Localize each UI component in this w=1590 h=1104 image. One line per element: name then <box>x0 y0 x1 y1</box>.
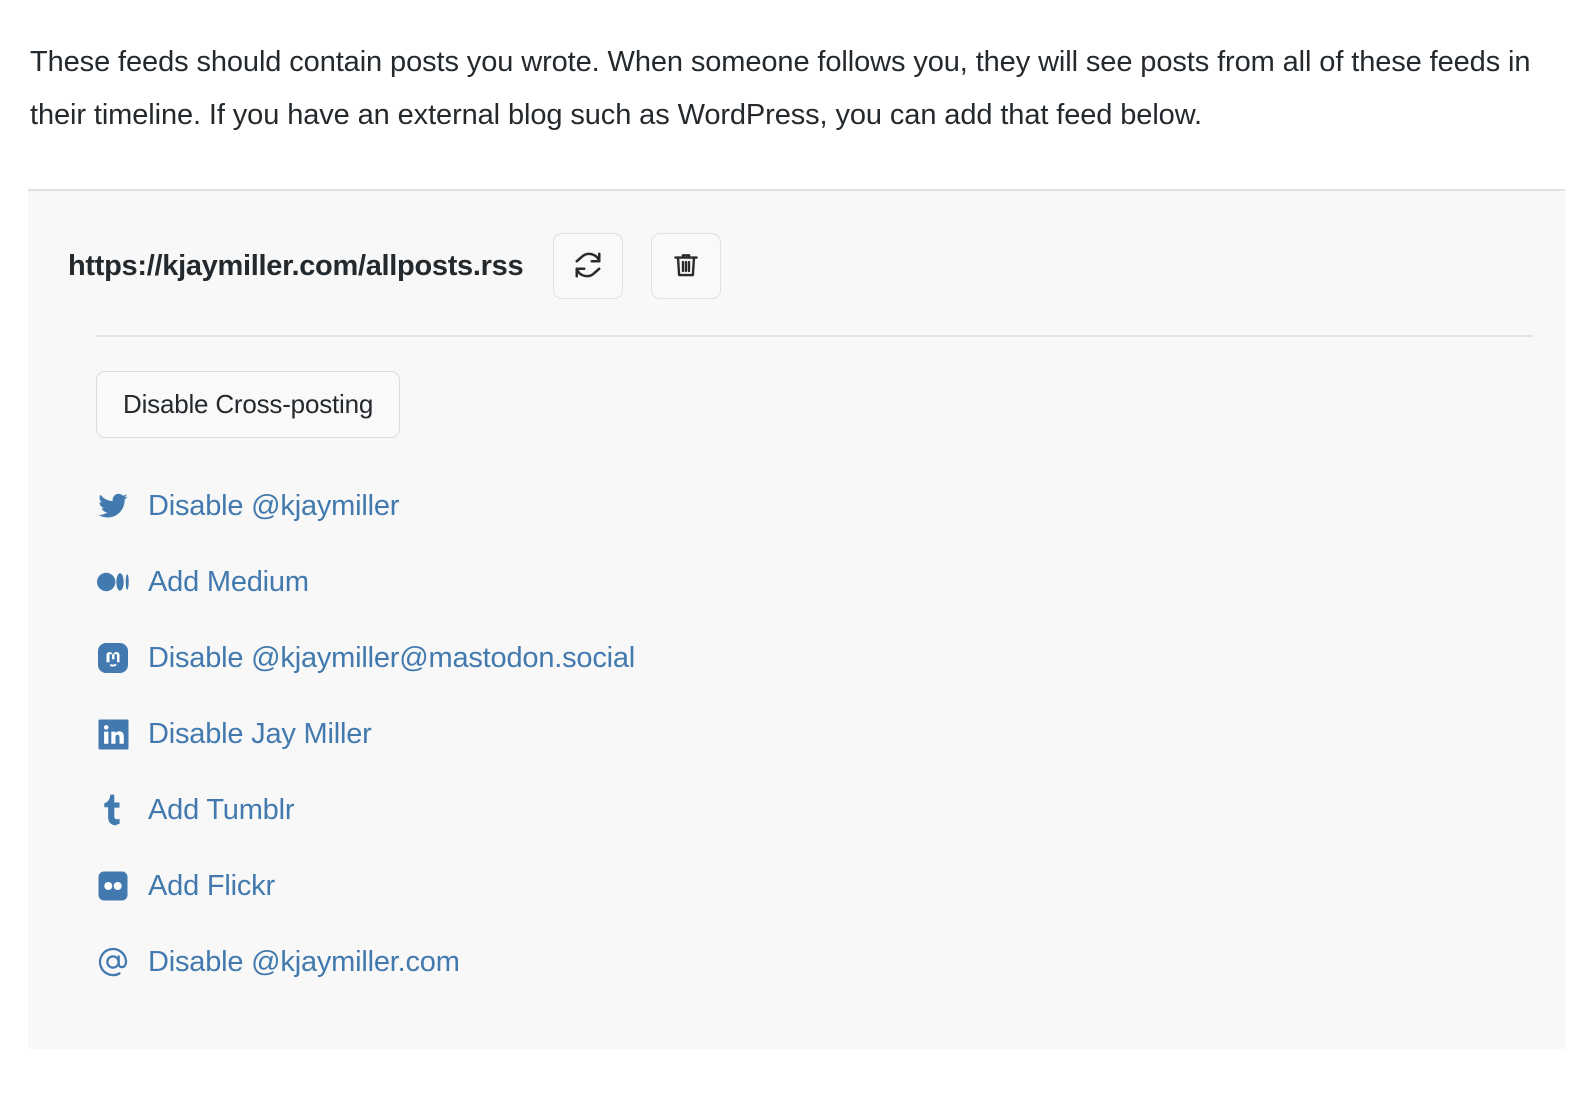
twitter-icon <box>96 489 130 523</box>
disable-crossposting-button[interactable]: Disable Cross-posting <box>96 371 401 438</box>
feeds-panel: https://kjaymiller.com/allposts.rss Disa… <box>28 189 1565 1049</box>
at-icon <box>96 945 130 979</box>
feed-row: https://kjaymiller.com/allposts.rss <box>28 191 1565 299</box>
refresh-icon <box>573 250 603 283</box>
social-link-flickr[interactable]: Add Flickr <box>148 870 275 903</box>
list-item: Disable @kjaymiller <box>28 468 1565 544</box>
social-accounts-list: Disable @kjaymiller Add Medium Disable @… <box>28 438 1565 1000</box>
list-item: Add Medium <box>28 544 1565 620</box>
social-link-at[interactable]: Disable @kjaymiller.com <box>148 946 460 979</box>
flickr-icon <box>96 869 130 903</box>
list-item: Disable @kjaymiller.com <box>28 924 1565 1000</box>
medium-icon <box>96 565 130 599</box>
refresh-feed-button[interactable] <box>553 233 624 299</box>
list-item: Add Flickr <box>28 848 1565 924</box>
list-item: Disable @kjaymiller@mastodon.social <box>28 620 1565 696</box>
page-description: These feeds should contain posts you wro… <box>30 46 1531 131</box>
social-link-mastodon[interactable]: Disable @kjaymiller@mastodon.social <box>148 642 635 675</box>
crosspost-toggle-wrap: Disable Cross-posting <box>28 337 1565 438</box>
mastodon-icon <box>96 641 130 675</box>
list-item: Add Tumblr <box>28 772 1565 848</box>
delete-feed-button[interactable] <box>651 233 722 299</box>
feed-url: https://kjaymiller.com/allposts.rss <box>68 249 524 282</box>
linkedin-icon <box>96 717 130 751</box>
social-link-tumblr[interactable]: Add Tumblr <box>148 794 294 827</box>
trash-icon <box>671 250 701 283</box>
list-item: Disable Jay Miller <box>28 696 1565 772</box>
social-link-twitter[interactable]: Disable @kjaymiller <box>148 490 399 523</box>
tumblr-icon <box>96 793 130 827</box>
social-link-medium[interactable]: Add Medium <box>148 566 309 599</box>
social-link-linkedin[interactable]: Disable Jay Miller <box>148 718 372 751</box>
